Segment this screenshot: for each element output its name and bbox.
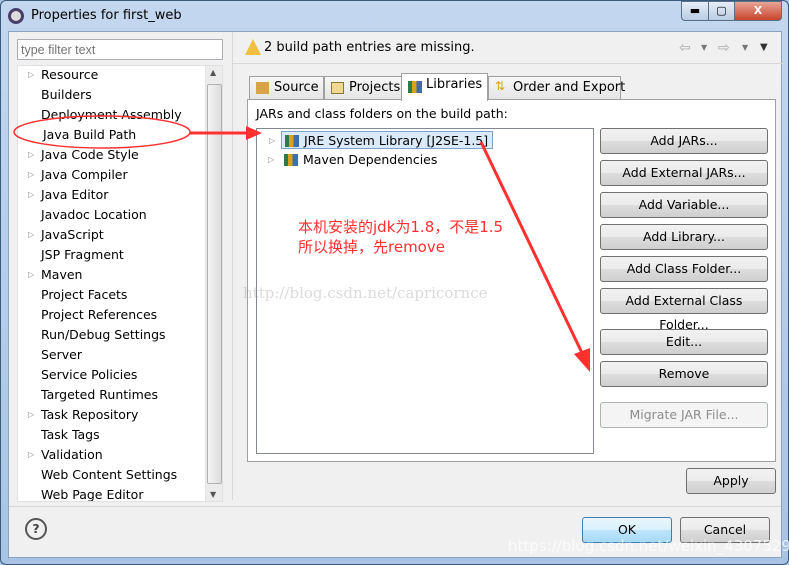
arrow-to-remove	[479, 141, 585, 356]
arrow-head	[246, 126, 262, 140]
annotation-line-2: 所以换掉，先remove	[298, 238, 445, 256]
highlight-ellipse	[13, 115, 191, 149]
library-icon	[408, 81, 422, 93]
annotation-line-1: 本机安装的jdk为1.8，不是1.5	[298, 218, 504, 236]
arrow-head	[574, 348, 590, 372]
tab-label: Libraries	[426, 77, 483, 92]
annotation-overlay	[13, 115, 590, 372]
tab-libraries[interactable]: Libraries	[401, 73, 488, 101]
